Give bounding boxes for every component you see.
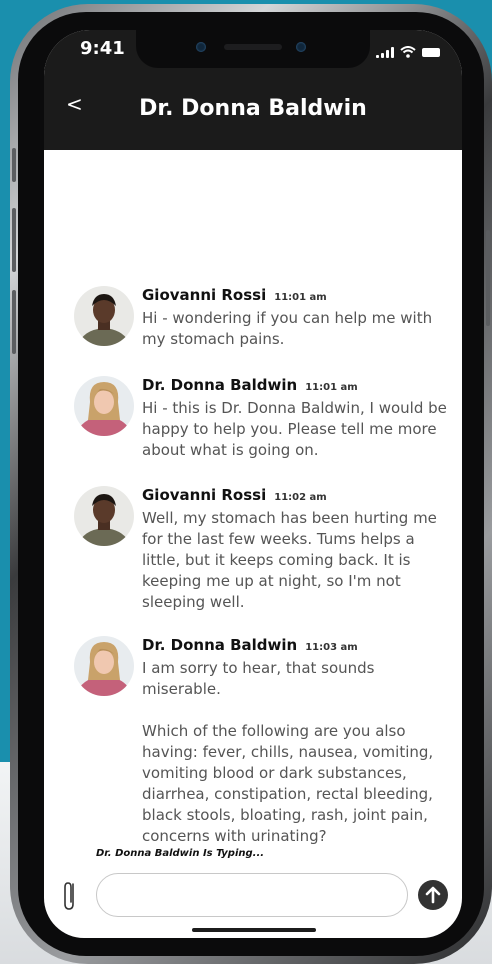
home-indicator[interactable] [192, 928, 316, 932]
volume-up-button [12, 208, 16, 272]
message-text: I am sorry to hear, that sounds miserabl… [142, 659, 434, 845]
message-time: 11:02 am [274, 492, 327, 503]
message-time: 11:01 am [305, 382, 358, 393]
status-time: 9:41 [80, 38, 125, 59]
avatar-donna[interactable] [74, 376, 134, 436]
sender-name: Giovanni Rossi [142, 286, 267, 304]
avatar-donna[interactable] [74, 636, 134, 696]
mute-switch [12, 148, 16, 182]
attachment-icon[interactable] [62, 878, 78, 912]
volume-down-button [12, 290, 16, 354]
arrow-up-icon [425, 886, 441, 904]
signal-icon [376, 46, 394, 58]
sender-name: Dr. Donna Baldwin [142, 636, 298, 654]
camera-icon [196, 42, 206, 52]
phone-screen: 9:41 < Dr. Donna Baldwin Giovanni Rossi … [44, 30, 462, 938]
sender-name: Giovanni Rossi [142, 486, 267, 504]
avatar-giovanni[interactable] [74, 286, 134, 346]
status-icons [376, 44, 440, 58]
sender-name: Dr. Donna Baldwin [142, 376, 298, 394]
send-button[interactable] [418, 880, 448, 910]
chat-header: 9:41 < Dr. Donna Baldwin [44, 30, 462, 150]
message-text: Hi - this is Dr. Donna Baldwin, I would … [142, 399, 452, 459]
notch [136, 30, 370, 68]
message-time: 11:01 am [274, 292, 327, 303]
power-button [486, 230, 490, 326]
typing-indicator: Dr. Donna Baldwin Is Typing... [96, 848, 265, 859]
battery-icon [422, 48, 440, 57]
message-input[interactable] [96, 873, 408, 917]
avatar-giovanni[interactable] [74, 486, 134, 546]
message-text: Hi - wondering if you can help me with m… [142, 309, 437, 348]
speaker-grille [224, 44, 282, 50]
sensor-icon [296, 42, 306, 52]
chat-title: Dr. Donna Baldwin [139, 96, 367, 121]
wifi-icon [400, 46, 416, 58]
message-text: Well, my stomach has been hurting me for… [142, 509, 442, 611]
message-time: 11:03 am [305, 642, 358, 653]
